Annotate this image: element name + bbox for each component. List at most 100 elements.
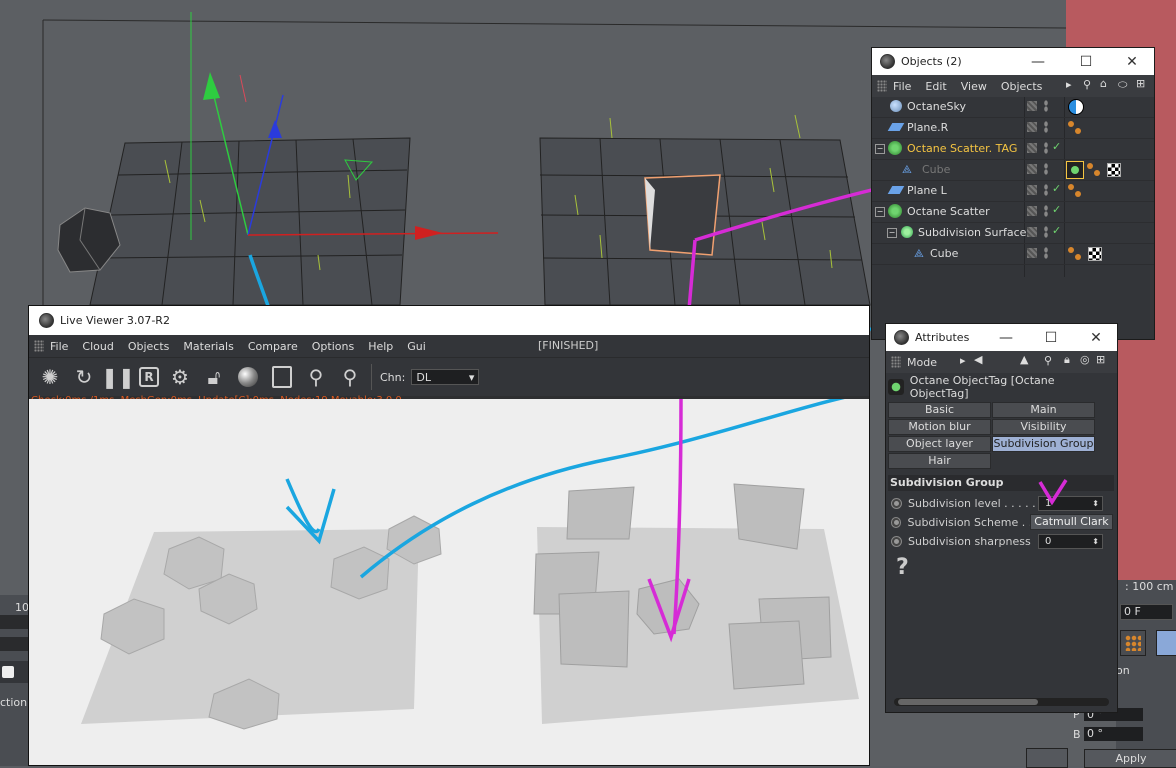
animate-radio[interactable]: [891, 516, 902, 528]
object-row[interactable]: ⟁ Cube: [872, 244, 1154, 265]
object-row[interactable]: − Octane Scatter ✓: [872, 202, 1154, 223]
pause-icon[interactable]: ❚❚: [101, 364, 135, 390]
sky-tag-icon[interactable]: [1068, 99, 1084, 115]
tab-object-layer[interactable]: Object layer: [888, 436, 991, 452]
render-canvas[interactable]: [29, 399, 869, 765]
close-button[interactable]: ✕: [1076, 324, 1116, 351]
live-viewer-titlebar[interactable]: Live Viewer 3.07-R2: [29, 306, 869, 335]
check-icon[interactable]: ✓: [1052, 203, 1061, 216]
object-name: Cube: [922, 163, 951, 176]
back-arrow-icon[interactable]: ◀: [974, 353, 982, 366]
subdivision-level-field[interactable]: 1 ⬍: [1038, 495, 1103, 511]
octane-tag-icon[interactable]: [1068, 184, 1082, 198]
object-name: Cube: [930, 247, 959, 260]
new-window-icon[interactable]: ⊞: [1136, 77, 1145, 90]
objects-menu-edit[interactable]: Edit: [925, 80, 946, 93]
cube-icon: ⟁: [902, 163, 912, 176]
spinner-icon[interactable]: ⬍: [1092, 535, 1099, 548]
checker-material-icon[interactable]: [1107, 163, 1121, 177]
menu-compare[interactable]: Compare: [248, 340, 298, 353]
subdivision-sharpness-field[interactable]: 0 ⬍: [1038, 533, 1103, 549]
help-icon[interactable]: ?: [896, 555, 909, 580]
collapse-icon[interactable]: −: [875, 144, 885, 154]
subdivision-scheme-select[interactable]: Catmull Clark: [1029, 514, 1113, 530]
objects-titlebar[interactable]: Objects (2) — ☐ ✕: [872, 48, 1154, 75]
up-arrow-icon[interactable]: ▲: [1020, 353, 1028, 366]
object-row[interactable]: Plane.R: [872, 118, 1154, 139]
grip-icon[interactable]: [877, 80, 887, 92]
animate-radio[interactable]: [891, 497, 902, 509]
object-row[interactable]: − Subdivision Surface ✓: [872, 223, 1154, 244]
octane-tag-icon[interactable]: [1087, 163, 1101, 177]
refresh-icon[interactable]: ↻: [71, 364, 97, 390]
apply-button[interactable]: Apply: [1084, 749, 1176, 768]
region-render-icon[interactable]: R: [139, 367, 159, 387]
checker-material-icon[interactable]: [1088, 247, 1102, 261]
minimize-button[interactable]: —: [1018, 48, 1058, 75]
tab-hair[interactable]: Hair: [888, 453, 991, 469]
objects-menu-objects[interactable]: Objects: [1001, 80, 1043, 93]
tab-motion-blur[interactable]: Motion blur: [888, 419, 991, 435]
maximize-button[interactable]: ☐: [1031, 324, 1071, 351]
menu-objects[interactable]: Objects: [128, 340, 170, 353]
new-window-icon[interactable]: ⊞: [1096, 353, 1105, 366]
object-row[interactable]: OctaneSky: [872, 97, 1154, 118]
octane-logo-icon[interactable]: ✺: [37, 364, 63, 390]
spinner-icon[interactable]: ⬍: [1092, 497, 1099, 510]
material-ball-icon[interactable]: [235, 364, 261, 390]
check-icon[interactable]: ✓: [1052, 182, 1061, 195]
tab-main[interactable]: Main: [992, 402, 1095, 418]
dots-grid-icon[interactable]: [1120, 630, 1146, 656]
collapse-icon[interactable]: −: [887, 228, 897, 238]
octane-tag-icon[interactable]: [1068, 121, 1082, 135]
f-pin-icon[interactable]: ⚲: [303, 364, 329, 390]
focus-picker-icon[interactable]: [269, 364, 295, 390]
search-icon[interactable]: ⚲: [1083, 78, 1091, 91]
mode-menu[interactable]: Mode: [907, 356, 937, 369]
film-icon[interactable]: [1156, 630, 1176, 656]
menu-arrow-icon[interactable]: ▸: [1066, 78, 1072, 91]
menu-cloud[interactable]: Cloud: [82, 340, 113, 353]
m-pin-icon[interactable]: ⚲: [337, 364, 363, 390]
check-icon[interactable]: ✓: [1052, 140, 1061, 153]
scroll-thumb[interactable]: [898, 699, 1038, 705]
maximize-button[interactable]: ☐: [1066, 48, 1106, 75]
animate-radio[interactable]: [891, 535, 902, 547]
tab-basic[interactable]: Basic: [888, 402, 991, 418]
attributes-title: Attributes: [915, 331, 970, 344]
filter-icon[interactable]: ⬭: [1118, 78, 1127, 92]
menu-file[interactable]: File: [50, 340, 68, 353]
object-row[interactable]: − Octane Scatter. TAG ✓: [872, 139, 1154, 160]
octane-tag-icon[interactable]: [1068, 247, 1082, 261]
check-icon[interactable]: ✓: [1052, 224, 1061, 237]
octane-object-tag-selected-icon[interactable]: [1066, 161, 1084, 179]
lock-icon[interactable]: 🔒︎: [1064, 353, 1070, 367]
dropdown-button[interactable]: [1026, 748, 1068, 768]
object-row[interactable]: ⟁ Cube: [872, 160, 1154, 181]
minimize-button[interactable]: —: [986, 324, 1026, 351]
search-icon[interactable]: ⚲: [1044, 354, 1052, 367]
tab-visibility[interactable]: Visibility: [992, 419, 1095, 435]
target-icon[interactable]: ◎: [1080, 353, 1090, 366]
settings-gear-icon[interactable]: ⚙: [167, 364, 193, 390]
collapse-icon[interactable]: −: [875, 207, 885, 217]
tab-subdivision-group[interactable]: Subdivision Group: [992, 436, 1095, 452]
home-icon[interactable]: ⌂: [1100, 77, 1107, 90]
menu-help[interactable]: Help: [368, 340, 393, 353]
menu-gui[interactable]: Gui: [407, 340, 426, 353]
close-button[interactable]: ✕: [1112, 48, 1152, 75]
objects-menu-file[interactable]: File: [893, 80, 911, 93]
frame-field[interactable]: 0 F: [1120, 604, 1173, 620]
b-field[interactable]: 0 °: [1084, 727, 1143, 741]
attributes-titlebar[interactable]: Attributes — ☐ ✕: [886, 324, 1117, 351]
grip-icon[interactable]: [34, 340, 44, 352]
objects-menu-view[interactable]: View: [961, 80, 987, 93]
menu-arrow-icon[interactable]: ▸: [960, 354, 966, 367]
grip-icon[interactable]: [891, 356, 901, 368]
lock-icon[interactable]: 🔓︎: [201, 364, 227, 390]
channel-select[interactable]: DL ▾: [411, 369, 480, 385]
object-row[interactable]: Plane L ✓: [872, 181, 1154, 202]
menu-materials[interactable]: Materials: [183, 340, 233, 353]
menu-options[interactable]: Options: [312, 340, 354, 353]
horizontal-scrollbar[interactable]: [894, 698, 1109, 706]
